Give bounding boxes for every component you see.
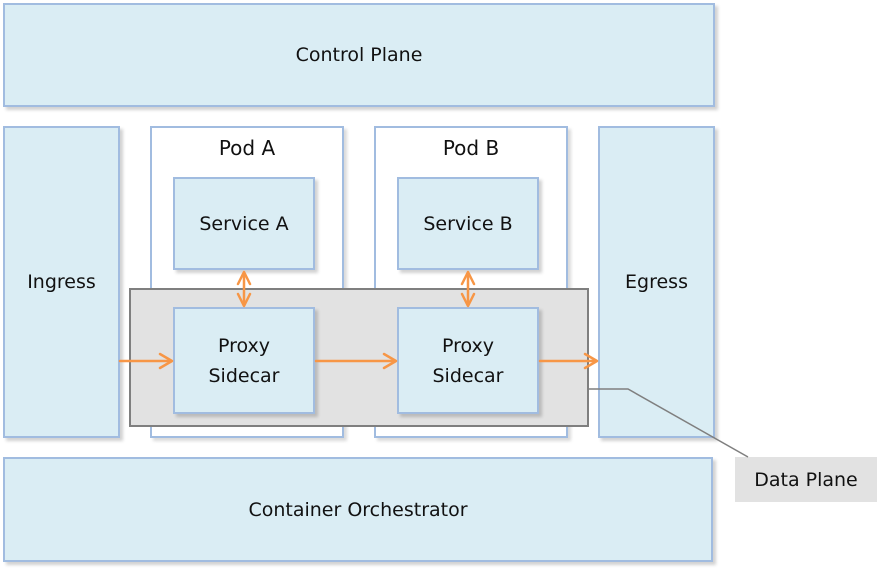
proxy-sidecar-b-line1: Proxy xyxy=(441,334,495,357)
egress-label: Egress xyxy=(625,271,688,293)
control-plane-label: Control Plane xyxy=(295,44,423,66)
pod-b-title: Pod B xyxy=(442,136,500,160)
container-orchestrator-label: Container Orchestrator xyxy=(248,498,468,521)
ingress-label: Ingress xyxy=(27,271,96,293)
service-b-label: Service B xyxy=(423,212,513,235)
ingress-box: Ingress xyxy=(3,126,120,438)
container-orchestrator-box: Container Orchestrator xyxy=(3,457,713,562)
proxy-sidecar-b-line2: Sidecar xyxy=(432,364,504,387)
control-plane-box: Control Plane xyxy=(3,3,715,107)
service-a-label: Service A xyxy=(199,212,289,235)
data-plane-callout-label: Data Plane xyxy=(754,468,858,491)
proxy-sidecar-a-box: Proxy Sidecar xyxy=(173,307,315,414)
service-a-box: Service A xyxy=(173,177,315,270)
service-b-box: Service B xyxy=(397,177,539,270)
data-plane-callout: Data Plane xyxy=(735,457,877,502)
pod-a-title: Pod A xyxy=(218,136,276,160)
proxy-sidecar-a-line2: Sidecar xyxy=(208,364,280,387)
egress-box: Egress xyxy=(598,126,715,438)
proxy-sidecar-a-line1: Proxy xyxy=(217,334,271,357)
proxy-sidecar-b-box: Proxy Sidecar xyxy=(397,307,539,414)
